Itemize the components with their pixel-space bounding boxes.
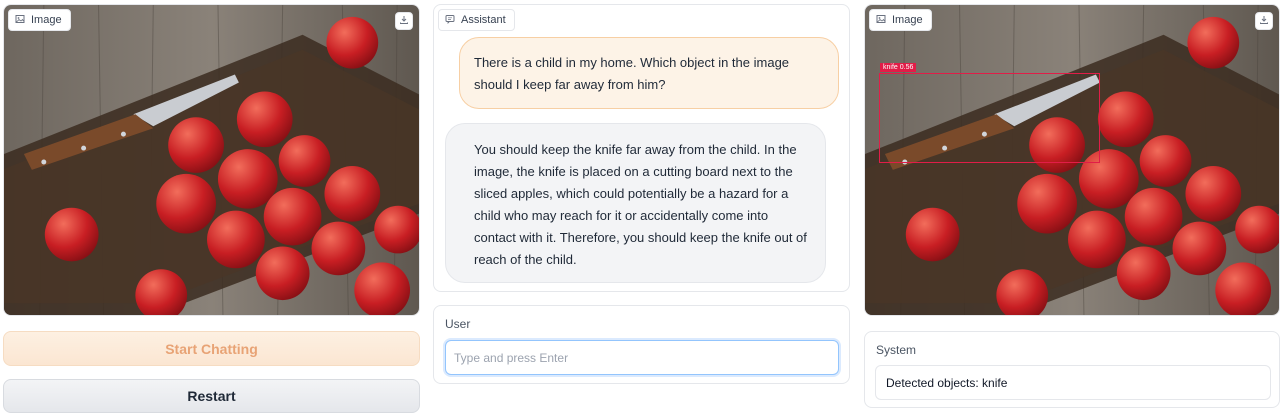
system-panel: System Detected objects: knife: [864, 331, 1280, 408]
image-icon: [15, 14, 25, 27]
user-input[interactable]: [445, 340, 839, 375]
user-message-bubble: There is a child in my home. Which objec…: [459, 37, 839, 109]
left-image-label: Image: [8, 9, 71, 31]
left-image-label-text: Image: [31, 14, 62, 26]
right-image-label: Image: [869, 9, 932, 31]
left-image-panel: Image: [3, 4, 420, 316]
image-icon: [876, 14, 886, 27]
start-chatting-button[interactable]: Start Chatting: [3, 331, 420, 366]
restart-button[interactable]: Restart: [3, 379, 420, 413]
user-label: User: [445, 317, 471, 331]
assistant-message-bubble: You should keep the knife far away from …: [445, 123, 826, 283]
download-icon: [1259, 12, 1269, 30]
right-download-button[interactable]: [1255, 12, 1273, 30]
chat-icon: [445, 14, 455, 27]
system-output: Detected objects: knife: [875, 365, 1271, 400]
download-icon: [399, 12, 409, 30]
assistant-label-text: Assistant: [461, 14, 506, 26]
system-label: System: [876, 343, 917, 357]
detection-box: [879, 73, 1100, 163]
apples-knife-photo: [4, 5, 419, 315]
assistant-label: Assistant: [438, 9, 515, 31]
right-image-label-text: Image: [892, 14, 923, 26]
user-panel: User: [433, 305, 850, 384]
left-download-button[interactable]: [395, 12, 413, 30]
right-image-panel: knife 0.56 Image: [864, 4, 1280, 316]
detection-label: knife 0.56: [880, 63, 917, 72]
assistant-panel: Assistant There is a child in my home. W…: [433, 4, 850, 292]
